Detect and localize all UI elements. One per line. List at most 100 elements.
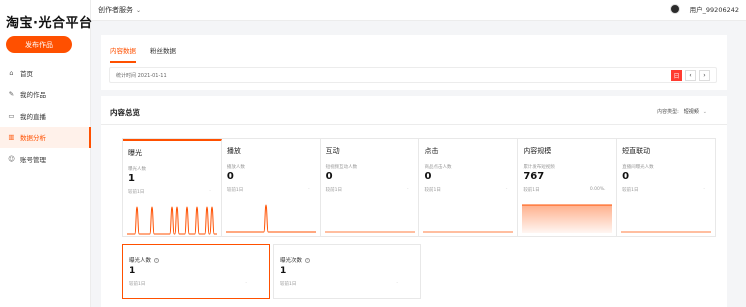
section-title: 内容总览	[110, 108, 140, 117]
metric-title: 点击	[424, 147, 439, 155]
sub-card-compare: 较前1日	[280, 282, 297, 287]
metric-compare: 较前1日	[226, 188, 244, 193]
sub-card-title: 曝光次数 ?	[280, 256, 311, 264]
metric-card[interactable]: 曝光曝光人数 1 较前1日 -	[123, 139, 222, 236]
sub-metric-cards: 曝光人数 ? 1 较前1日 - 曝光次数 ? 1 较前1日 -	[122, 244, 424, 299]
metric-compare: 较前1日	[325, 188, 343, 193]
metric-cards: 曝光 曝光人数 1 较前1日 - 播放 播放人数 0 较前1日 - 互动 短视频互动人数 0 较前1日 - 点…	[122, 138, 716, 237]
content-overview-panel: 内容总览 内容类型: 短视频 ⌄ 曝光 曝光人数 1 较前1日 - 播放 播放人数 0 较前1日…	[101, 96, 727, 307]
sparkline	[127, 206, 217, 235]
tab-content-data[interactable]: 内容数据	[110, 45, 136, 63]
user-name: 用户_99206242	[689, 6, 739, 14]
metric-subtitle: 播放人数	[226, 165, 245, 170]
sidebar-item-label: 数据分析	[20, 134, 46, 143]
date-bar: 统计时间 2021-01-11 日 ‹ ›	[109, 67, 717, 83]
sub-card-title-text: 曝光人数	[129, 258, 152, 264]
metric-value: 0	[424, 171, 432, 182]
sub-card-title: 曝光人数 ?	[129, 256, 160, 264]
sidebar-item-label: 我的直播	[20, 112, 46, 121]
chevron-down-icon: ⌄	[136, 6, 142, 14]
metric-compare: 较前1日	[128, 190, 145, 195]
filter-value: 短视频	[683, 109, 699, 115]
metric-subtitle: 曝光人数	[128, 167, 146, 172]
metric-dash: -	[703, 187, 705, 192]
sidebar-item-label: 首页	[20, 69, 33, 78]
data-tabs-panel: 内容数据 粉丝数据 统计时间 2021-01-11 日 ‹ ›	[101, 35, 727, 90]
sparkline-area	[522, 205, 613, 233]
data-tabs: 内容数据 粉丝数据	[110, 45, 190, 63]
service-dropdown[interactable]: 创作者服务 ⌄	[98, 5, 141, 15]
publish-button[interactable]: 发布作品	[6, 36, 72, 53]
chart-icon: ▥	[8, 133, 15, 142]
sparkline	[621, 231, 712, 233]
tab-fans-data[interactable]: 粉丝数据	[150, 45, 176, 63]
metric-card[interactable]: 短直联动直播间曝光人数 0 较前1日 -	[617, 139, 715, 236]
home-icon: ⌂	[9, 68, 14, 77]
metric-dash: -	[505, 187, 508, 192]
sidebar-item-analytics[interactable]: ▥ 数据分析	[0, 126, 91, 148]
sparkline	[423, 231, 514, 233]
sidebar-item-label: 我的作品	[20, 91, 46, 100]
sub-card-compare: 较前1日	[129, 282, 146, 287]
service-label: 创作者服务	[98, 6, 133, 14]
sparkline	[324, 231, 415, 233]
sub-card-exposure-count[interactable]: 曝光次数 ? 1 较前1日 -	[273, 244, 421, 299]
metric-title: 曝光	[128, 149, 142, 157]
metric-subtitle: 短视频互动人数	[325, 165, 358, 170]
metric-value: 0	[325, 171, 333, 182]
sub-card-dash: -	[245, 281, 247, 286]
metric-value: 0	[622, 171, 630, 182]
sidebar: 淘宝·光合平台 发布作品 ⌂ 首页 ✎ 我的作品 ▭ 我的直播 ▥ 数据分析 ☺…	[0, 0, 92, 307]
metric-compare: 较前1日	[424, 188, 441, 193]
sparkline-path	[127, 206, 217, 235]
sparkline-path	[225, 204, 316, 233]
help-icon[interactable]: ?	[305, 257, 311, 263]
stat-date: 统计时间 2021-01-11	[116, 72, 167, 79]
help-icon[interactable]: ?	[154, 257, 160, 263]
sidebar-item-home[interactable]: ⌂ 首页	[0, 62, 90, 84]
metric-card[interactable]: 播放播放人数 0 较前1日 -	[222, 139, 321, 236]
chevron-right-icon[interactable]: ›	[699, 70, 710, 81]
metric-value: 0	[226, 171, 234, 182]
metric-subtitle: 商品点击人数	[424, 165, 452, 170]
app-logo[interactable]: 淘宝·光合平台	[6, 12, 92, 31]
metric-compare: 较前1日	[622, 188, 639, 193]
pen-icon: ✎	[8, 90, 15, 99]
chevron-left-icon[interactable]: ‹	[685, 70, 696, 81]
metric-card[interactable]: 内容规模 累计发布短视频 767 较前1日 0.00% ⌄	[518, 139, 618, 236]
sidebar-item-account[interactable]: ☺ 账号管理	[0, 148, 90, 170]
sidebar-item-label: 账号管理	[20, 155, 46, 164]
metric-compare: 较前1日	[523, 188, 540, 193]
user-icon: ☺	[8, 154, 15, 163]
sidebar-nav: ⌂ 首页 ✎ 我的作品 ▭ 我的直播 ▥ 数据分析 ☺ 账号管理	[0, 62, 91, 170]
calendar-icon[interactable]: 日	[671, 70, 682, 81]
sub-card-title-text: 曝光次数	[280, 258, 303, 264]
sub-card-dash: -	[396, 281, 398, 286]
sub-card-exposure-users[interactable]: 曝光人数 ? 1 较前1日 -	[122, 244, 270, 299]
metric-value: 767	[523, 171, 545, 182]
avatar[interactable]	[669, 4, 680, 14]
filter-label: 内容类型:	[657, 109, 679, 115]
sparkline	[225, 204, 316, 233]
metric-title: 内容规模	[523, 147, 552, 155]
metric-dash: -	[209, 189, 211, 194]
chevron-down-icon: ⌄	[702, 108, 707, 115]
metric-title: 互动	[325, 147, 340, 155]
sidebar-item-works[interactable]: ✎ 我的作品	[0, 84, 90, 106]
metric-card[interactable]: 点击商品点击人数 0 较前1日 -	[419, 139, 519, 236]
metric-title: 播放	[226, 147, 241, 155]
metric-title: 短直联动	[622, 147, 651, 155]
metric-subtitle: 直播间曝光人数	[622, 165, 654, 170]
video-icon: ▭	[8, 111, 15, 120]
metric-value: 1	[128, 173, 135, 184]
sub-card-value: 1	[129, 266, 136, 276]
sparkline	[522, 204, 613, 233]
content-type-filter[interactable]: 内容类型: 短视频 ⌄	[657, 108, 707, 116]
sidebar-item-live[interactable]: ▭ 我的直播	[0, 105, 90, 127]
metric-subtitle: 累计发布短视频	[523, 165, 555, 170]
user-menu[interactable]: 用户_99206242	[669, 4, 739, 14]
metric-dash: -	[308, 187, 310, 192]
metric-card[interactable]: 互动短视频互动人数 0 较前1日 -	[321, 139, 420, 236]
date-controls: 日 ‹ ›	[668, 70, 710, 81]
metric-dash: -	[406, 187, 409, 192]
